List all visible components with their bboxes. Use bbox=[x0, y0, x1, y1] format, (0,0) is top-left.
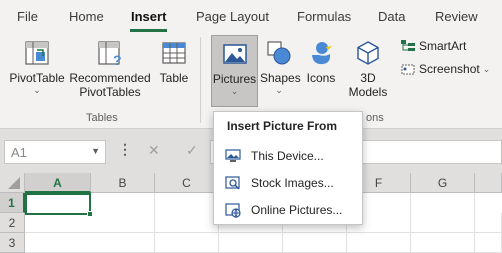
menu-item-label: This Device... bbox=[251, 149, 324, 163]
menu-item-stock-images[interactable]: Stock Images... bbox=[215, 170, 361, 196]
row-header-3[interactable]: 3 bbox=[0, 233, 25, 253]
menu-item-label: Online Pictures... bbox=[251, 203, 343, 217]
column-header-c[interactable]: C bbox=[155, 173, 219, 193]
table-icon bbox=[162, 42, 186, 64]
icons-icon bbox=[312, 42, 332, 65]
table-label: Table bbox=[159, 71, 189, 85]
chevron-down-icon: ⌄ bbox=[33, 85, 41, 95]
grid-column[interactable] bbox=[155, 193, 219, 253]
tab-insert[interactable]: Insert bbox=[131, 9, 166, 24]
smartart-label: SmartArt bbox=[419, 39, 467, 53]
grid-column[interactable] bbox=[411, 193, 475, 253]
tab-page-layout[interactable]: Page Layout bbox=[196, 9, 269, 24]
menu-title: Insert Picture From bbox=[227, 119, 338, 133]
name-box[interactable]: A1 ▼ bbox=[4, 140, 106, 164]
shapes-button[interactable]: Shapes ⌄ bbox=[260, 35, 301, 95]
illustrations-group-label: ons bbox=[366, 112, 384, 124]
smartart-icon bbox=[401, 40, 415, 51]
menu-item-online-pictures[interactable]: Online Pictures... bbox=[215, 197, 361, 223]
ribbon-tabs: File Home Insert Page Layout Formulas Da… bbox=[0, 0, 502, 33]
column-header-a[interactable]: A bbox=[25, 173, 91, 193]
chevron-down-icon: ⌄ bbox=[482, 63, 491, 74]
column-header-b[interactable]: B bbox=[91, 173, 155, 193]
enter-icon[interactable]: ✓ bbox=[186, 142, 198, 159]
tab-data[interactable]: Data bbox=[378, 9, 405, 24]
tables-group-label: Tables bbox=[86, 112, 118, 124]
chevron-down-icon: ⌄ bbox=[275, 85, 283, 95]
column-header-h[interactable] bbox=[475, 173, 502, 193]
3d-models-button[interactable]: 3D Models bbox=[342, 35, 394, 99]
3d-cube-icon bbox=[357, 41, 379, 65]
menu-item-this-device[interactable]: This Device... bbox=[215, 143, 361, 169]
tab-file[interactable]: File bbox=[17, 9, 38, 24]
recommended-pivottables-button[interactable]: ? Recommended PivotTables bbox=[68, 35, 152, 99]
fill-handle[interactable] bbox=[87, 211, 93, 217]
tab-review[interactable]: Review bbox=[435, 9, 478, 24]
screenshot-label: Screenshot bbox=[419, 62, 480, 76]
smartart-button[interactable]: SmartArt bbox=[400, 39, 466, 53]
row-header-1[interactable]: 1 bbox=[0, 193, 25, 213]
screenshot-button[interactable]: Screenshot ⌄ bbox=[400, 62, 490, 76]
column-header-g[interactable]: G bbox=[411, 173, 475, 193]
icons-button[interactable]: Icons bbox=[303, 35, 339, 85]
pictures-icon bbox=[222, 44, 247, 64]
icons-label: Icons bbox=[306, 71, 336, 85]
active-tab-indicator bbox=[130, 29, 167, 32]
cancel-icon[interactable]: ✕ bbox=[148, 142, 160, 159]
3d-label-line2: Models bbox=[348, 85, 388, 99]
svg-text:?: ? bbox=[113, 52, 122, 67]
shapes-label: Shapes bbox=[260, 71, 301, 85]
pivottable-button[interactable]: PivotTable ⌄ bbox=[8, 35, 66, 95]
recommended-pivottables-icon: ? bbox=[98, 41, 122, 67]
stock-images-icon bbox=[225, 176, 240, 190]
3d-label-line1: 3D bbox=[360, 71, 376, 85]
row-header-2[interactable]: 2 bbox=[0, 213, 25, 233]
pivottable-icon bbox=[25, 41, 49, 65]
tab-formulas[interactable]: Formulas bbox=[297, 9, 351, 24]
tab-home[interactable]: Home bbox=[69, 9, 104, 24]
grid-column[interactable] bbox=[91, 193, 155, 253]
chevron-down-icon: ⌄ bbox=[230, 86, 239, 96]
pictures-label: Pictures bbox=[212, 72, 257, 86]
recommended-label-line2: PivotTables bbox=[79, 85, 141, 99]
this-device-icon bbox=[225, 149, 241, 162]
shapes-icon bbox=[267, 41, 291, 65]
formula-bar-grip[interactable]: ⋮ bbox=[118, 141, 132, 158]
insert-picture-menu: Insert Picture From This Device... Stock… bbox=[213, 111, 363, 225]
online-pictures-icon bbox=[225, 203, 241, 218]
select-all-corner[interactable] bbox=[0, 173, 25, 193]
chevron-down-icon[interactable]: ▼ bbox=[91, 146, 100, 156]
active-cell-a1[interactable] bbox=[25, 193, 91, 215]
group-separator bbox=[200, 37, 201, 123]
pictures-button[interactable]: Pictures ⌄ bbox=[211, 35, 258, 107]
menu-item-label: Stock Images... bbox=[251, 176, 334, 190]
pivottable-label: PivotTable bbox=[9, 71, 65, 85]
name-box-value: A1 bbox=[11, 145, 27, 160]
recommended-label-line1: Recommended bbox=[69, 71, 151, 85]
table-button[interactable]: Table bbox=[154, 35, 194, 85]
screenshot-icon bbox=[401, 64, 415, 75]
